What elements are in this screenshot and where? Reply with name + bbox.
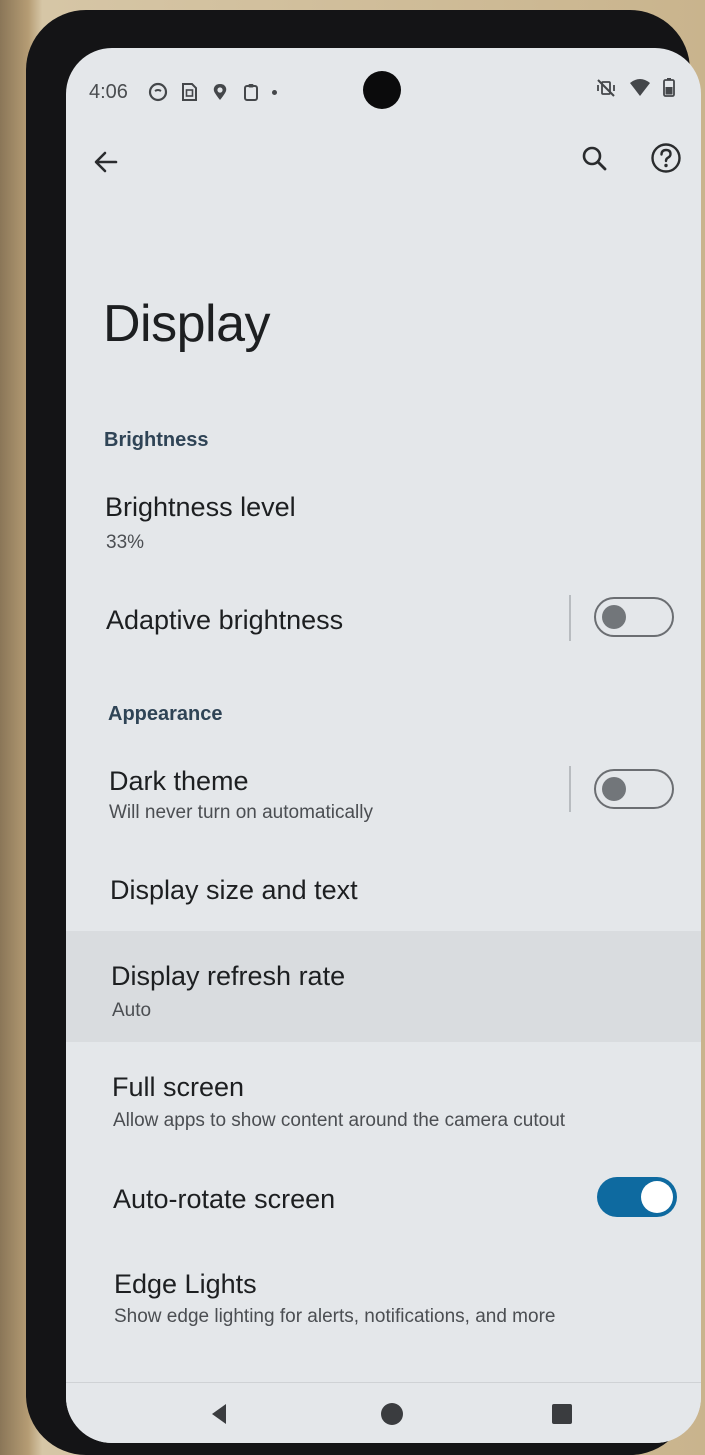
adaptive-brightness-title: Adaptive brightness	[106, 605, 344, 635]
dark-theme-subtitle: Will never turn on automatically	[109, 802, 373, 823]
refresh-rate-value: Auto	[112, 1000, 152, 1021]
help-button[interactable]	[644, 136, 688, 180]
auto-rotate-switch[interactable]	[597, 1177, 677, 1217]
refresh-rate-row[interactable]: Display refresh rate Auto	[66, 931, 701, 1042]
section-header-appearance: Appearance	[108, 703, 223, 725]
help-circle-icon	[651, 143, 681, 173]
nav-back-button[interactable]	[204, 1399, 234, 1434]
notification-icons	[148, 82, 277, 102]
row-divider	[569, 595, 571, 641]
circle-home-icon	[381, 1403, 403, 1425]
auto-rotate-title: Auto-rotate screen	[113, 1184, 336, 1214]
edge-lights-row[interactable]: Edge Lights Show edge lighting for alert…	[66, 1253, 701, 1338]
square-recents-icon	[552, 1404, 572, 1424]
switch-knob	[602, 605, 626, 629]
clipboard-icon	[244, 84, 258, 101]
status-time: 4:06	[89, 81, 128, 103]
refresh-rate-title: Display refresh rate	[111, 961, 346, 991]
camera-cutout	[363, 71, 401, 109]
phone-frame: 4:06 Display Brightness Brightness level…	[26, 10, 701, 1455]
full-screen-subtitle: Allow apps to show content around the ca…	[113, 1110, 566, 1131]
back-button[interactable]	[84, 140, 128, 184]
dark-theme-title: Dark theme	[109, 766, 249, 796]
nav-recents-button[interactable]	[547, 1399, 577, 1434]
battery-icon	[663, 78, 675, 97]
page-title: Display	[103, 295, 271, 353]
location-pin-icon	[213, 84, 227, 100]
mute-vibrate-icon	[597, 79, 615, 97]
edge-lights-title: Edge Lights	[114, 1269, 257, 1299]
brightness-level-value: 33%	[106, 532, 145, 553]
edge-lights-subtitle: Show edge lighting for alerts, notificat…	[114, 1306, 556, 1327]
display-size-title: Display size and text	[110, 875, 358, 905]
status-bar: 4:06	[66, 48, 701, 128]
triangle-back-icon	[212, 1404, 226, 1424]
nav-home-button[interactable]	[377, 1399, 407, 1434]
row-divider	[569, 766, 571, 812]
tiktok-icon	[148, 82, 168, 102]
auto-rotate-row[interactable]: Auto-rotate screen	[66, 1168, 701, 1238]
dot-icon	[272, 89, 277, 95]
system-icons	[595, 78, 675, 98]
navigation-bar	[66, 1382, 701, 1443]
arrow-left-icon	[94, 151, 118, 173]
full-screen-row[interactable]: Full screen Allow apps to show content a…	[66, 1058, 701, 1143]
switch-knob	[641, 1181, 673, 1213]
screen: 4:06 Display Brightness Brightness level…	[66, 48, 701, 1443]
adaptive-brightness-row[interactable]: Adaptive brightness	[66, 583, 701, 653]
full-screen-title: Full screen	[112, 1072, 245, 1102]
dark-theme-row[interactable]: Dark theme Will never turn on automatica…	[66, 753, 701, 838]
display-size-row[interactable]: Display size and text	[66, 860, 701, 930]
dark-theme-switch[interactable]	[594, 769, 674, 809]
brightness-level-row[interactable]: Brightness level 33%	[66, 478, 701, 563]
wifi-icon	[630, 79, 650, 96]
section-header-brightness: Brightness	[104, 429, 209, 451]
adaptive-brightness-switch[interactable]	[594, 597, 674, 637]
switch-knob	[602, 777, 626, 801]
sim-icon	[182, 83, 197, 101]
brightness-level-title: Brightness level	[105, 492, 296, 522]
search-button[interactable]	[572, 136, 616, 180]
search-icon	[582, 146, 607, 171]
